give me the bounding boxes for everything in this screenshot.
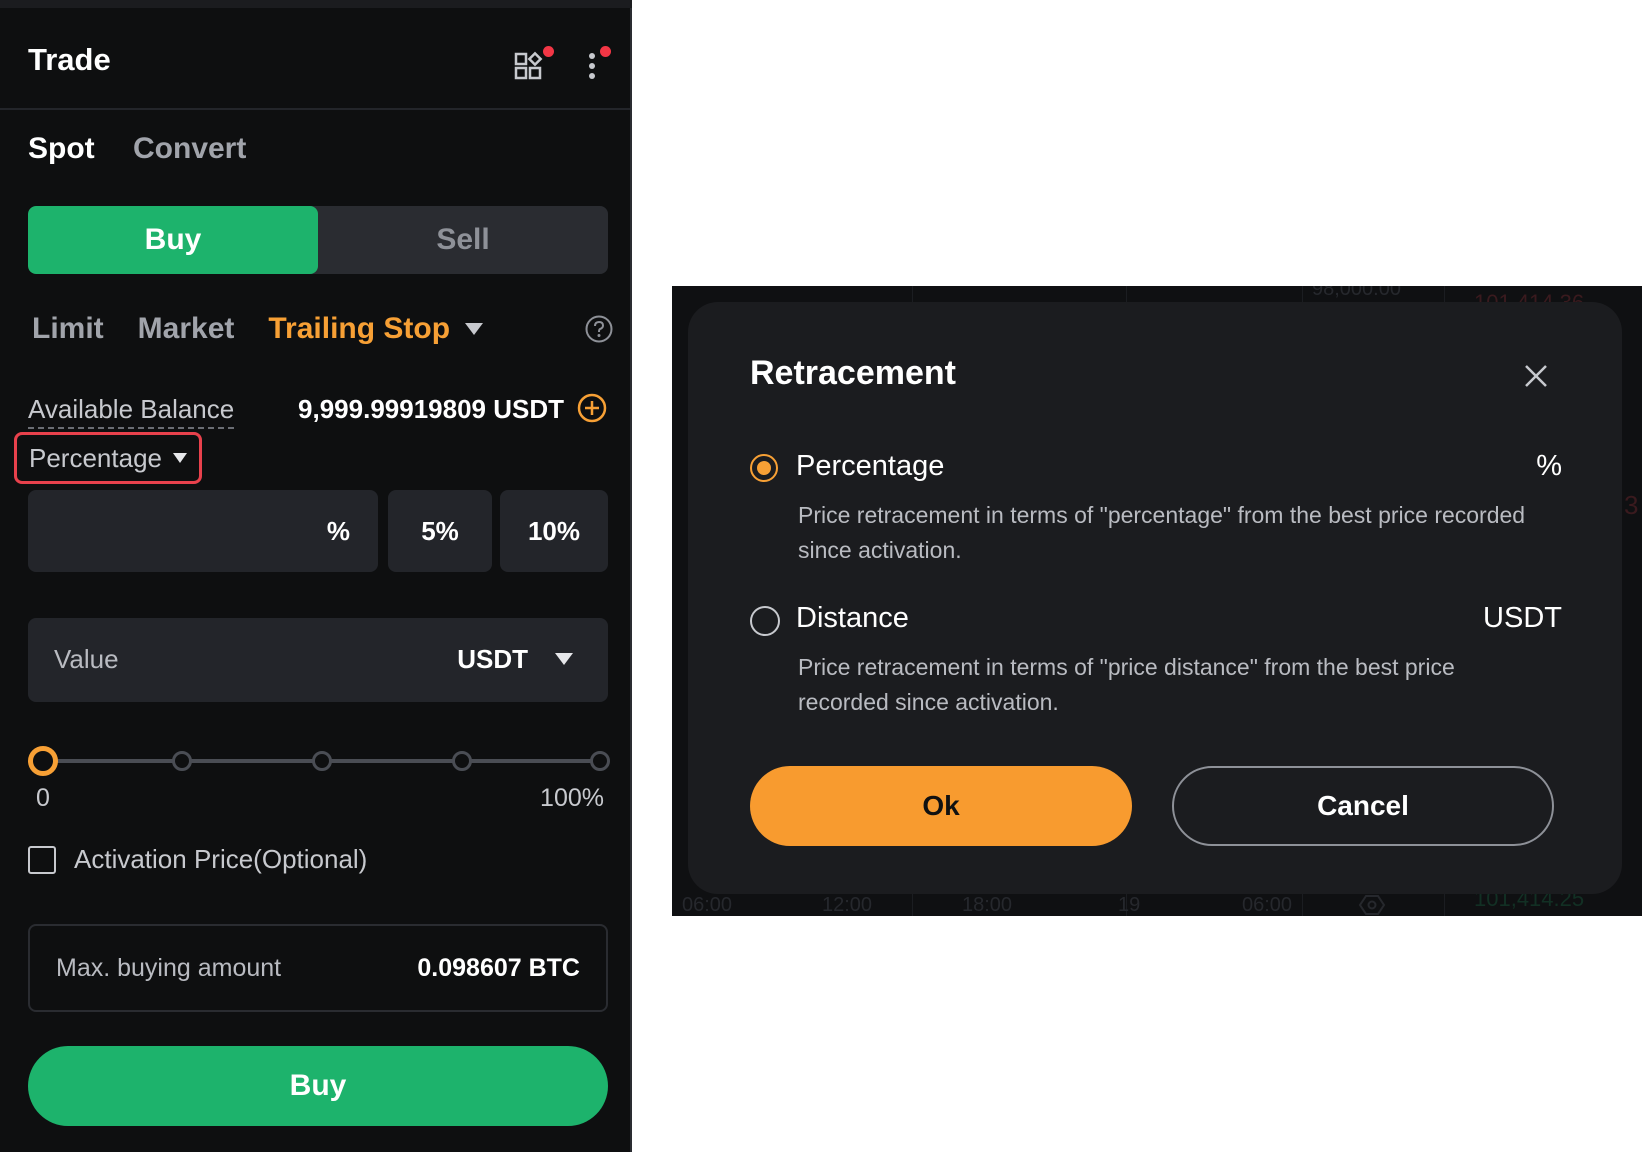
chart-price-label: 98,000.00 (1312, 286, 1401, 300)
tab-spot[interactable]: Spot (28, 132, 95, 165)
amount-slider[interactable] (28, 746, 612, 776)
buy-submit-button[interactable]: Buy (28, 1046, 608, 1126)
chart-time-label: 12:00 (822, 894, 873, 916)
chart-time-label: 06:00 (1242, 894, 1293, 916)
option-description: Price retracement in terms of "percentag… (798, 502, 1526, 563)
buy-tab[interactable]: Buy (28, 206, 318, 274)
chart-time-label: 06:00 (682, 894, 733, 916)
order-type-tabs: Limit Market Trailing Stop (32, 312, 484, 346)
chevron-down-icon (172, 453, 187, 463)
option-label: Distance (796, 602, 909, 634)
add-funds-icon[interactable] (576, 392, 608, 424)
preset-10-percent-button[interactable]: 10% (500, 490, 608, 572)
buy-sell-toggle: Buy Sell (28, 206, 608, 274)
retracement-mode-label: Percentage (29, 442, 162, 473)
slider-step[interactable] (172, 751, 192, 771)
order-type-limit[interactable]: Limit (32, 312, 104, 346)
activation-price-label[interactable]: Activation Price(Optional) (74, 844, 367, 875)
sell-tab[interactable]: Sell (318, 206, 608, 274)
panel-title: Trade (28, 42, 111, 77)
chart-time-label: 19 (1118, 894, 1141, 916)
tab-convert[interactable]: Convert (133, 132, 246, 165)
preset-5-percent-button[interactable]: 5% (388, 490, 492, 572)
dialog-title: Retracement (750, 354, 956, 392)
max-buying-value: 0.098607 BTC (417, 954, 580, 982)
available-balance-value: 9,999.99919809 USDT (298, 394, 564, 424)
retracement-percent-input[interactable]: % (28, 490, 378, 572)
panel-header: Trade (0, 8, 630, 110)
order-type-market[interactable]: Market (138, 312, 235, 346)
percent-unit: % (326, 515, 350, 546)
value-label: Value (54, 644, 119, 674)
settings-icon (1358, 895, 1386, 915)
max-buying-label: Max. buying amount (56, 954, 282, 982)
slider-min-label: 0 (36, 784, 50, 812)
top-bar (0, 0, 632, 8)
option-unit: USDT (1483, 602, 1562, 634)
ok-button[interactable]: Ok (750, 766, 1132, 846)
retracement-dialog: Retracement Percentage % Price retraceme… (688, 302, 1622, 894)
trade-panel: Trade Spot Convert Buy Sell Limit Market… (0, 0, 632, 1152)
slider-step[interactable] (312, 751, 332, 771)
slider-max-label: 100% (540, 784, 604, 812)
available-balance-label[interactable]: Available Balance (28, 394, 235, 429)
close-icon[interactable] (1520, 360, 1552, 392)
widgets-icon[interactable] (512, 46, 554, 86)
activation-price-row: Activation Price(Optional) (28, 844, 367, 875)
value-unit-selector[interactable]: USDT (457, 644, 528, 675)
notification-dot (543, 46, 554, 57)
slider-step[interactable] (452, 751, 472, 771)
retracement-mode-select[interactable]: Percentage (14, 432, 202, 484)
help-icon[interactable] (584, 314, 614, 344)
slider-handle[interactable] (28, 746, 58, 776)
option-label: Percentage (796, 450, 945, 482)
order-type-trailing-stop[interactable]: Trailing Stop (268, 312, 450, 346)
slider-step[interactable] (590, 751, 610, 771)
more-menu-icon[interactable] (572, 46, 612, 86)
chart-time-label: 18:00 (962, 894, 1013, 916)
activation-price-checkbox[interactable] (28, 845, 56, 874)
chevron-down-icon[interactable] (464, 322, 484, 336)
chevron-down-icon[interactable] (554, 652, 574, 666)
option-description: Price retracement in terms of "price dis… (798, 654, 1455, 715)
notification-dot (600, 46, 611, 57)
radio-unselected[interactable] (750, 606, 780, 636)
cancel-button[interactable]: Cancel (1172, 766, 1554, 846)
max-buying-amount: Max. buying amount 0.098607 BTC (28, 924, 608, 1012)
chart-side-digit: 3 (1624, 490, 1639, 520)
market-tabs: Spot Convert (28, 132, 276, 166)
value-input[interactable]: Value USDT (28, 618, 608, 702)
radio-selected[interactable] (750, 454, 778, 482)
option-unit: % (1536, 450, 1562, 482)
